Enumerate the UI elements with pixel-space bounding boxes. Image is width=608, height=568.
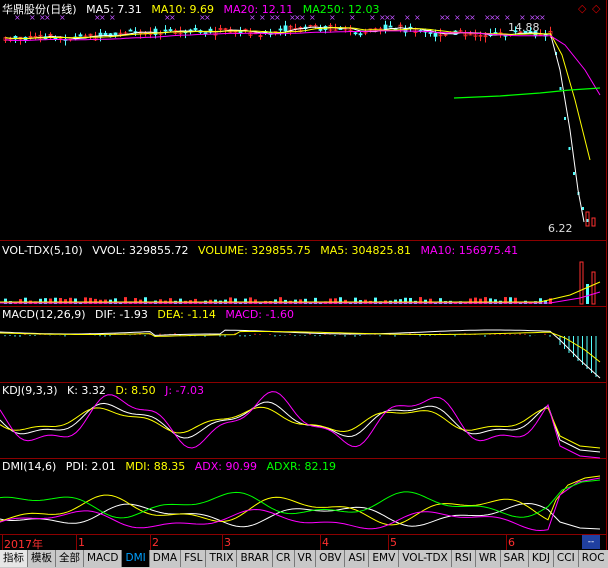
time-axis-tick (150, 535, 151, 551)
tab-trix[interactable]: TRIX (206, 550, 238, 567)
chart-scroll-block[interactable]: -- (582, 535, 600, 549)
candle-body (428, 32, 433, 34)
event-marker: × (444, 13, 451, 22)
dea-line (0, 331, 601, 363)
event-marker: × (494, 13, 501, 22)
candle-body (559, 87, 562, 90)
tab-macd[interactable]: MACD (84, 550, 123, 567)
tab-fsl[interactable]: FSL (181, 550, 207, 567)
tab-vol-tdx[interactable]: VOL-TDX (399, 550, 452, 567)
candle-body (278, 28, 283, 31)
time-axis-label: 1 (78, 536, 85, 549)
event-marker: × (44, 13, 51, 22)
event-marker: × (59, 13, 66, 22)
tab-kdj[interactable]: KDJ (529, 550, 554, 567)
indicator-tab-bar: 指标 模板 全部 MACD DMI DMA FSL TRIX BRAR CR VR OBV ASI EMV… (0, 550, 608, 568)
candle-body (568, 147, 571, 150)
candle-body (168, 29, 173, 31)
time-axis-label: 4 (322, 536, 329, 549)
ma250-line (453, 87, 601, 99)
event-marker: × (504, 13, 511, 22)
candle-body (203, 32, 208, 35)
candle-body (283, 25, 288, 32)
tab-roc[interactable]: ROC (579, 550, 608, 567)
candle-body (163, 29, 168, 32)
event-marker: × (14, 13, 21, 22)
event-marker: × (539, 13, 546, 22)
candle-body (433, 32, 438, 37)
tab-rsi[interactable]: RSI (452, 550, 476, 567)
candle-body (573, 172, 575, 175)
ma5-line (5, 26, 585, 223)
tab-vr[interactable]: VR (295, 550, 317, 567)
tab-sar[interactable]: SAR (501, 550, 529, 567)
volume-bar (591, 271, 596, 305)
event-marker: × (109, 13, 116, 22)
pdi-line (0, 502, 601, 530)
tab-brar[interactable]: BRAR (237, 550, 273, 567)
tab-dmi[interactable]: DMI (122, 550, 150, 567)
right-border (606, 0, 607, 550)
event-marker: × (349, 13, 356, 22)
kdj-j-line (0, 391, 601, 459)
time-axis-label: 2 (152, 536, 159, 549)
event-marker: × (309, 13, 316, 22)
tab-indicator[interactable]: 指标 (0, 550, 28, 567)
tab-obv[interactable]: OBV (316, 550, 346, 567)
event-marker: × (259, 13, 266, 22)
event-marker: × (274, 13, 281, 22)
time-axis: 2017年 1 2 3 4 5 6 (0, 534, 606, 551)
event-marker: × (99, 13, 106, 22)
time-axis-tick (76, 535, 77, 551)
event-marker: × (369, 13, 376, 22)
event-marker: × (519, 13, 526, 22)
event-marker: × (29, 13, 36, 22)
candle-body (586, 219, 589, 222)
ma20-line (5, 30, 601, 96)
time-axis-label: 5 (390, 536, 397, 549)
tab-asi[interactable]: ASI (345, 550, 370, 567)
tab-dma[interactable]: DMA (150, 550, 182, 567)
tab-template[interactable]: 模板 (28, 550, 56, 567)
candle-body (582, 207, 584, 210)
candle-body (128, 29, 133, 32)
time-axis-label: 3 (224, 536, 231, 549)
dif-line (0, 329, 601, 379)
event-marker: × (389, 13, 396, 22)
event-marker: × (299, 13, 306, 22)
time-axis-tick (388, 535, 389, 551)
time-axis-tick (506, 535, 507, 551)
event-marker: × (329, 13, 336, 22)
tab-emv[interactable]: EMV (369, 550, 400, 567)
time-axis-tick (222, 535, 223, 551)
event-marker: × (414, 13, 421, 22)
event-marker: × (404, 13, 411, 22)
tab-wr[interactable]: WR (476, 550, 501, 567)
time-axis-tick (320, 535, 321, 551)
event-marker: × (454, 13, 461, 22)
ma10-line (5, 26, 591, 161)
candle-body (103, 32, 108, 36)
tab-cci[interactable]: CCI (554, 550, 579, 567)
candle-body (353, 32, 358, 35)
candle-body (78, 34, 83, 37)
tab-all[interactable]: 全部 (56, 550, 84, 567)
tab-cr[interactable]: CR (273, 550, 295, 567)
event-marker: × (469, 13, 476, 22)
candle-body (358, 33, 363, 36)
candle-body (564, 117, 566, 120)
candle-body (193, 28, 198, 30)
mdi-line (0, 475, 601, 526)
candle-body (591, 217, 596, 227)
candle-body (388, 25, 393, 28)
event-marker: × (249, 13, 256, 22)
time-axis-label: 6 (508, 536, 515, 549)
candle-body (513, 30, 518, 33)
event-marker: × (169, 13, 176, 22)
event-marker: × (204, 13, 211, 22)
time-axis-tick (2, 535, 3, 551)
candle-body (113, 32, 118, 36)
stock-chart-canvas[interactable]: × × ×× × ×× × ×× ×× × × ×× ××× × × × × ××× × × ×× × ×× ××× × × ××… (0, 0, 606, 534)
